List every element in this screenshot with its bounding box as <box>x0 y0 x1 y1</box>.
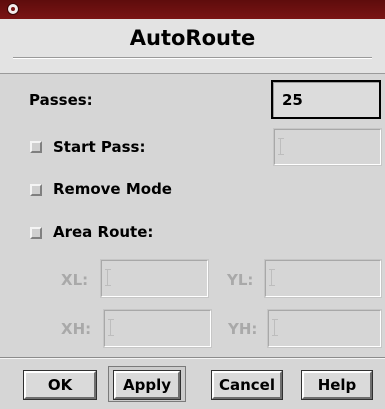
header-divider <box>13 57 372 59</box>
text-cursor-icon <box>108 319 115 336</box>
xl-label: XL: <box>61 271 89 289</box>
dialog-title: AutoRoute <box>129 26 256 50</box>
yl-label: YL: <box>227 271 254 289</box>
text-cursor-icon <box>105 269 112 286</box>
help-button[interactable]: Help <box>301 370 373 400</box>
passes-label: Passes: <box>29 91 93 109</box>
remove-mode-checkbox[interactable] <box>30 184 42 196</box>
yh-input[interactable] <box>267 309 382 348</box>
cancel-button[interactable]: Cancel <box>211 370 283 400</box>
start-pass-label: Start Pass: <box>53 138 146 156</box>
remove-mode-label: Remove Mode <box>53 180 172 198</box>
yh-label: YH: <box>228 320 258 338</box>
ok-button[interactable]: OK <box>23 370 97 400</box>
yl-input[interactable] <box>264 259 382 298</box>
text-cursor-icon <box>269 269 276 286</box>
start-pass-checkbox[interactable] <box>30 141 42 153</box>
area-route-checkbox[interactable] <box>30 227 42 239</box>
window-titlebar[interactable] <box>0 0 385 19</box>
text-cursor-icon <box>278 138 285 155</box>
apply-button[interactable]: Apply <box>113 370 181 400</box>
area-route-label: Area Route: <box>53 223 154 241</box>
xh-input[interactable] <box>103 309 212 348</box>
passes-value: 25 <box>282 91 303 109</box>
window-menu-icon[interactable] <box>7 3 19 15</box>
start-pass-input[interactable] <box>273 128 382 166</box>
passes-input[interactable]: 25 <box>271 80 381 119</box>
xl-input[interactable] <box>100 259 209 298</box>
xh-label: XH: <box>61 320 92 338</box>
text-cursor-icon <box>272 319 279 336</box>
dialog-header: AutoRoute <box>0 19 385 74</box>
